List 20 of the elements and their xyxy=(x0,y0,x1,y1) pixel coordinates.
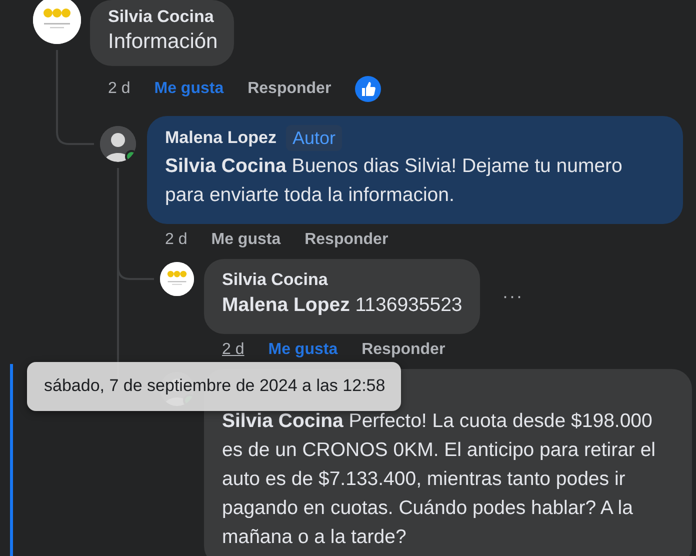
reply-button[interactable]: Responder xyxy=(248,78,332,100)
like-button[interactable]: Me gusta xyxy=(211,229,281,251)
timestamp-link[interactable]: 2 d xyxy=(222,339,244,361)
reply-button[interactable]: Responder xyxy=(362,339,446,361)
author-badge: Autor xyxy=(286,125,342,151)
author-name[interactable]: Silvia Cocina xyxy=(108,6,214,28)
timestamp-link[interactable]: 2 d xyxy=(165,229,188,251)
timestamp-link[interactable]: 2 d xyxy=(108,78,130,100)
avatar[interactable] xyxy=(160,262,194,296)
avatar[interactable] xyxy=(33,0,81,44)
author-name[interactable]: Malena Lopez xyxy=(165,127,276,149)
comment-text: Malena Lopez 1136935523 xyxy=(222,293,462,318)
comment-text: Silvia Cocina Perfecto! La cuota desde $198.000 es de un CRONOS 0KM. El anticipo para retirar el auto es de $7.133.400, mientras tanto podes ir pagando en cuotas. Cuándo podes hablar? A la mañana o a la tarde? xyxy=(222,409,657,550)
more-button[interactable]: ··· xyxy=(502,286,524,307)
comment-text: Información xyxy=(108,29,218,55)
avatar[interactable] xyxy=(100,126,136,162)
date-tooltip: sábado, 7 de septiembre de 2024 a las 12:58 xyxy=(27,362,402,411)
reply-button[interactable]: Responder xyxy=(304,229,388,251)
comment-text: Silvia Cocina Buenos dias Silvia! Dejame tu numero para enviarte toda la informacion. xyxy=(165,154,624,208)
author-name[interactable]: Silvia Cocina xyxy=(222,269,328,291)
